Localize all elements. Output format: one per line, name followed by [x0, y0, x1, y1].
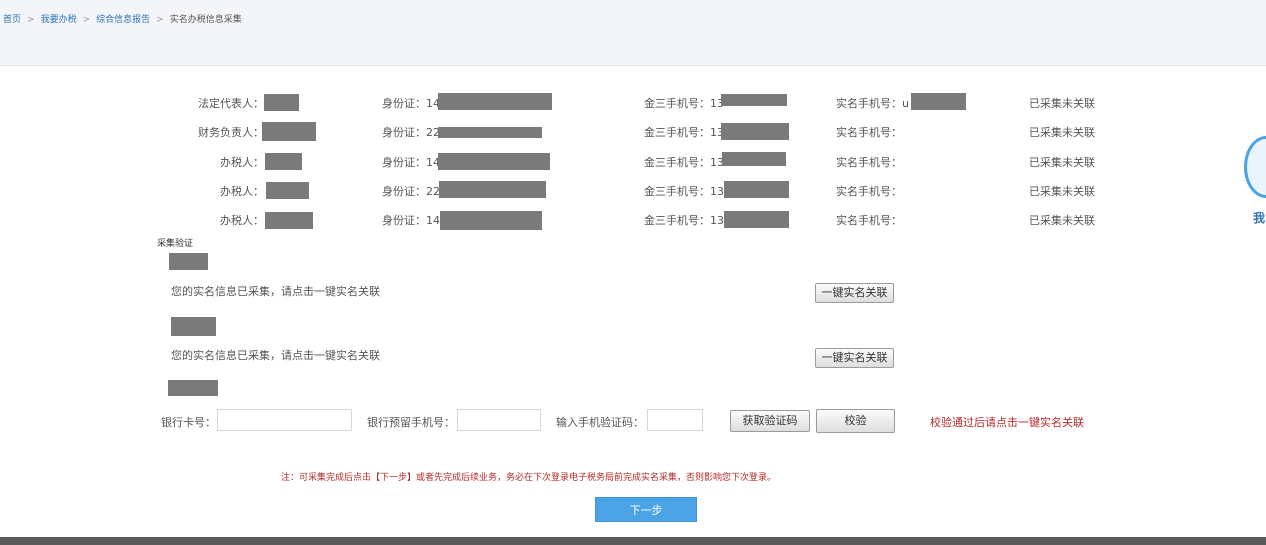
- breadcrumb-separator: >: [82, 15, 91, 25]
- redacted-phone: [722, 152, 786, 166]
- redacted-phone: [724, 211, 789, 228]
- id-label: 身份证：14: [382, 214, 440, 227]
- realname-phone-label: 实名手机号：: [836, 185, 902, 198]
- phone3-label: 金三手机号：13: [644, 97, 724, 110]
- bank-phone-label: 银行预留手机号：: [367, 416, 455, 429]
- status-text: 已采集未关联: [1029, 126, 1095, 139]
- person-row-taxpayer-2: 办税人： 身份证：22 金三手机号：13 实名手机号： 已采集未关联: [0, 181, 1266, 201]
- status-text: 已采集未关联: [1029, 214, 1095, 227]
- breadcrumb-separator: >: [156, 15, 164, 25]
- role-label: 财务负责人：: [198, 126, 264, 139]
- link-realname-button[interactable]: 一键实名关联: [815, 348, 894, 368]
- role-label: 办税人：: [220, 214, 264, 227]
- redacted-name-block: [171, 317, 216, 336]
- id-label: 身份证：22: [382, 185, 440, 198]
- link-realname-button[interactable]: 一键实名关联: [815, 283, 894, 303]
- realname-phone-label: 实名手机号：u: [836, 97, 909, 110]
- redacted-name: [266, 182, 309, 199]
- person-row-taxpayer-1: 办税人： 身份证：14 金三手机号：13 实名手机号： 已采集未关联: [0, 152, 1266, 172]
- side-float-text[interactable]: 我: [1253, 209, 1265, 226]
- bank-phone-input[interactable]: [457, 409, 541, 431]
- realname-phone-label: 实名手机号：: [836, 214, 902, 227]
- person-row-finance: 财务负责人： 身份证：22 金三手机号：13 实名手机号： 已采集未关联: [0, 122, 1266, 142]
- sms-code-input[interactable]: [647, 409, 703, 431]
- redacted-name-block: [169, 253, 208, 270]
- sms-code-label: 输入手机验证码：: [556, 416, 644, 429]
- role-label: 办税人：: [220, 156, 264, 169]
- verify-section-label: 采集验证: [157, 239, 194, 249]
- status-text: 已采集未关联: [1029, 97, 1095, 110]
- collected-message: 您的实名信息已采集，请点击一键实名关联: [171, 349, 380, 362]
- redacted-id: [438, 127, 542, 138]
- redacted-id: [440, 211, 542, 230]
- breadcrumb-separator: >: [27, 15, 35, 25]
- redacted-name-block: [168, 380, 218, 396]
- redacted-phone: [721, 123, 789, 140]
- notice-text: 注：可采集完成后点击【下一步】或者先完成后续业务，务必在下次登录电子税务局前完成…: [281, 473, 777, 483]
- redacted-name: [265, 153, 302, 170]
- bank-card-input[interactable]: [217, 409, 352, 431]
- id-label: 身份证：22: [382, 126, 440, 139]
- phone3-label: 金三手机号：13: [644, 126, 724, 139]
- phone3-label: 金三手机号：13: [644, 185, 724, 198]
- redacted-name: [265, 212, 313, 229]
- breadcrumb-home[interactable]: 首页: [3, 15, 21, 25]
- verify-hint: 校验通过后请点击一键实名关联: [930, 416, 1084, 429]
- next-step-button[interactable]: 下一步: [595, 497, 697, 522]
- breadcrumb-report[interactable]: 综合信息报告: [96, 15, 150, 25]
- breadcrumb-current: 实名办税信息采集: [169, 15, 242, 25]
- collected-message: 您的实名信息已采集，请点击一键实名关联: [171, 285, 380, 298]
- top-bar: 首页 > 我要办税 > 综合信息报告 > 实名办税信息采集: [0, 0, 1266, 66]
- role-label: 法定代表人：: [198, 97, 264, 110]
- realname-phone-label: 实名手机号：: [836, 126, 902, 139]
- redacted-phone: [724, 181, 789, 198]
- bottom-bar: [0, 537, 1266, 545]
- status-text: 已采集未关联: [1029, 185, 1095, 198]
- breadcrumb-tax[interactable]: 我要办税: [41, 15, 77, 25]
- breadcrumb: 首页 > 我要办税 > 综合信息报告 > 实名办税信息采集: [3, 12, 242, 25]
- redacted-name: [264, 94, 299, 111]
- redacted-realname-phone: [911, 93, 966, 110]
- realname-phone-label: 实名手机号：: [836, 156, 902, 169]
- get-code-button[interactable]: 获取验证码: [730, 410, 810, 432]
- redacted-phone: [721, 94, 787, 106]
- check-button[interactable]: 校验: [816, 409, 895, 433]
- bank-card-label: 银行卡号：: [161, 416, 216, 429]
- role-label: 办税人：: [220, 185, 264, 198]
- person-row-taxpayer-3: 办税人： 身份证：14 金三手机号：13 实名手机号： 已采集未关联: [0, 210, 1266, 230]
- id-label: 身份证：14: [382, 156, 440, 169]
- phone3-label: 金三手机号：13: [644, 214, 724, 227]
- id-label: 身份证：14: [382, 97, 440, 110]
- redacted-id: [439, 181, 546, 198]
- phone3-label: 金三手机号：13: [644, 156, 724, 169]
- redacted-name: [262, 122, 316, 141]
- person-row-legal-rep: 法定代表人： 身份证：14 金三手机号：13 实名手机号：u 已采集未关联: [0, 93, 1266, 113]
- redacted-id: [438, 153, 550, 170]
- redacted-id: [438, 93, 552, 110]
- status-text: 已采集未关联: [1029, 156, 1095, 169]
